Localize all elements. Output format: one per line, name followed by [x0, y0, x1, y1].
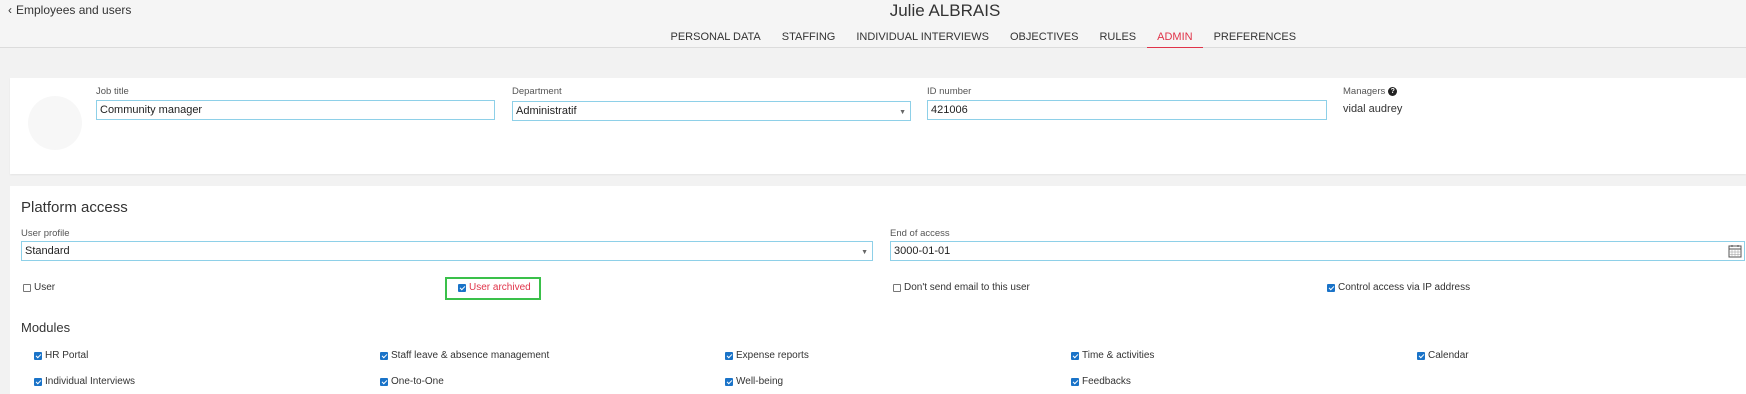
managers-label-text: Managers	[1343, 86, 1386, 97]
checkbox-user-archived[interactable]	[458, 283, 466, 292]
checkbox-one-to-one[interactable]	[380, 377, 388, 386]
module-staff-leave[interactable]: Staff leave & absence management	[380, 350, 549, 361]
option-user-archived[interactable]: User archived	[458, 282, 531, 293]
option-no-email[interactable]: Don't send email to this user	[893, 282, 1030, 293]
tab-objectives[interactable]: OBJECTIVES	[999, 30, 1088, 48]
module-feedbacks[interactable]: Feedbacks	[1071, 376, 1131, 387]
job-title-label: Job title	[96, 86, 129, 97]
checkbox-ip-control[interactable]	[1327, 283, 1335, 292]
module-well-being[interactable]: Well-being	[725, 376, 783, 387]
checkbox-time-activities[interactable]	[1071, 351, 1079, 360]
department-label: Department	[512, 86, 562, 97]
tab-rules[interactable]: RULES	[1089, 30, 1147, 48]
option-ip-control-label: Control access via IP address	[1338, 282, 1471, 293]
module-one-to-one[interactable]: One-to-One	[380, 376, 444, 387]
end-of-access-label: End of access	[890, 228, 950, 239]
top-bar: ‹ Employees and users Julie ALBRAIS PERS…	[0, 0, 1746, 48]
managers-value: vidal audrey	[1343, 103, 1403, 115]
checkbox-no-email[interactable]	[893, 283, 901, 292]
avatar	[28, 96, 82, 150]
user-profile-select[interactable]: Standard ▼	[21, 241, 873, 261]
module-label: Calendar	[1428, 350, 1469, 361]
chevron-down-icon: ▼	[899, 109, 906, 116]
id-number-label: ID number	[927, 86, 972, 97]
modules-title: Modules	[21, 320, 71, 335]
tab-staffing[interactable]: STAFFING	[771, 30, 846, 48]
checkbox-staff-leave[interactable]	[380, 351, 388, 360]
checkbox-calendar[interactable]	[1417, 351, 1425, 360]
chevron-down-icon: ▼	[861, 249, 868, 256]
module-label: Individual Interviews	[45, 376, 136, 387]
user-profile-value: Standard	[25, 245, 70, 257]
option-no-email-label: Don't send email to this user	[904, 282, 1030, 293]
tab-personal-data[interactable]: PERSONAL DATA	[660, 30, 771, 48]
tab-preferences[interactable]: PREFERENCES	[1203, 30, 1307, 48]
module-label: One-to-One	[391, 376, 444, 387]
module-label: Well-being	[736, 376, 784, 387]
option-user[interactable]: User	[23, 282, 55, 293]
module-time-activities[interactable]: Time & activities	[1071, 350, 1154, 361]
page-title: Julie ALBRAIS	[889, 1, 1001, 20]
managers-label: Managers?	[1343, 86, 1398, 97]
module-label: Time & activities	[1082, 350, 1155, 361]
help-icon[interactable]: ?	[1388, 87, 1398, 96]
department-select[interactable]: Administratif ▼	[512, 101, 911, 121]
user-profile-label: User profile	[21, 228, 70, 239]
job-title-input[interactable]: Community manager	[96, 100, 495, 120]
calendar-icon[interactable]	[1728, 244, 1742, 258]
option-user-archived-label: User archived	[469, 282, 531, 293]
tab-bar: PERSONAL DATA STAFFING INDIVIDUAL INTERV…	[660, 30, 1307, 48]
platform-access-title: Platform access	[21, 199, 128, 216]
checkbox-user[interactable]	[23, 283, 31, 292]
id-number-input[interactable]: 421006	[927, 100, 1327, 120]
checkbox-well-being[interactable]	[725, 377, 733, 386]
module-individual-interviews[interactable]: Individual Interviews	[34, 376, 135, 387]
module-hr-portal[interactable]: HR Portal	[34, 350, 88, 361]
department-value: Administratif	[516, 105, 577, 117]
profile-card	[10, 78, 1746, 174]
module-expense-reports[interactable]: Expense reports	[725, 350, 809, 361]
checkbox-hr-portal[interactable]	[34, 351, 42, 360]
end-of-access-value: 3000-01-01	[894, 245, 951, 257]
module-label: Staff leave & absence management	[391, 350, 550, 361]
module-label: Feedbacks	[1082, 376, 1131, 387]
checkbox-feedbacks[interactable]	[1071, 377, 1079, 386]
end-of-access-input[interactable]: 3000-01-01	[890, 241, 1745, 261]
option-user-label: User	[34, 282, 56, 293]
checkbox-expense-reports[interactable]	[725, 351, 733, 360]
module-label: Expense reports	[736, 350, 809, 361]
checkbox-individual-interviews[interactable]	[34, 377, 42, 386]
tab-individual-interviews[interactable]: INDIVIDUAL INTERVIEWS	[846, 30, 1000, 48]
module-label: HR Portal	[45, 350, 89, 361]
module-calendar[interactable]: Calendar	[1417, 350, 1469, 361]
platform-access-card	[10, 186, 1746, 394]
option-ip-control[interactable]: Control access via IP address	[1327, 282, 1470, 293]
tab-admin[interactable]: ADMIN	[1146, 30, 1204, 48]
